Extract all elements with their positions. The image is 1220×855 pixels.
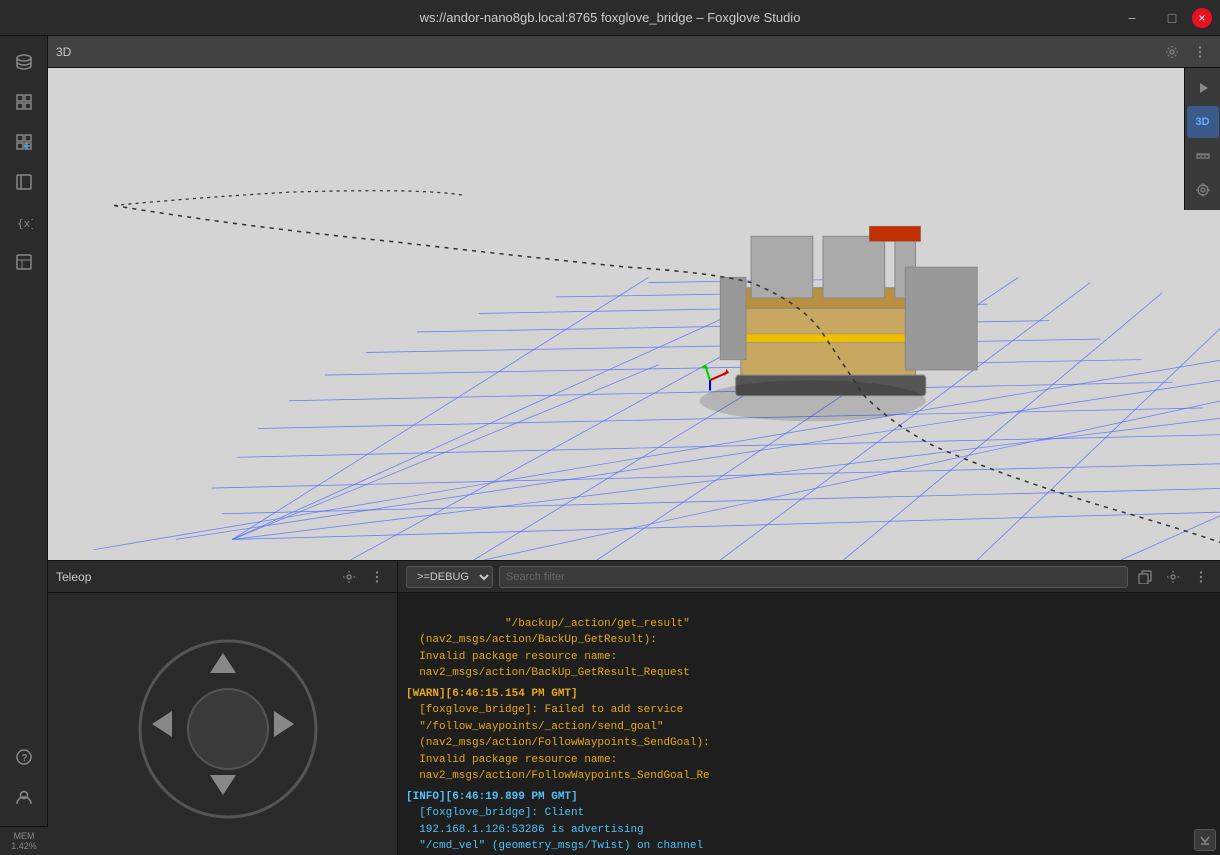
view-target-btn[interactable] — [1187, 174, 1219, 206]
mem-indicator: MEM 1.42% — [11, 831, 37, 851]
log-search-input[interactable] — [499, 566, 1128, 588]
dpad-left-btn[interactable] — [137, 698, 189, 750]
sidebar-item-variables[interactable]: {x} — [6, 204, 42, 240]
panel-3d-controls — [1160, 40, 1212, 64]
sidebar-item-data-sources[interactable] — [6, 44, 42, 80]
mem-label: MEM — [14, 831, 35, 841]
status-bar: MEM 1.42% — [0, 826, 48, 855]
view-toolbar: 3D — [1184, 68, 1220, 210]
sidebar-item-help[interactable]: ? — [6, 739, 42, 775]
log-entry: [INFO][6:46:19.899 PM GMT] [foxglove_bri… — [398, 787, 1220, 855]
panel-teleop-controls — [337, 565, 389, 589]
panel-teleop-header: Teleop — [48, 561, 397, 593]
log-copy-btn[interactable] — [1134, 566, 1156, 588]
titlebar-controls: − □ × — [1112, 0, 1220, 36]
panel-3d: 3D — [48, 36, 1220, 560]
panel-3d-menu-btn[interactable] — [1188, 40, 1212, 64]
content-area: 3D — [48, 36, 1220, 855]
dpad-up-btn[interactable] — [197, 638, 249, 690]
view-3d-btn[interactable]: 3D — [1187, 106, 1219, 138]
log-entry: "/backup/_action/get_result" (nav2_msgs/… — [398, 597, 1220, 684]
mem-value: 1.42% — [11, 841, 37, 851]
dpad-down-btn[interactable] — [197, 758, 249, 810]
panel-log: >=DEBUG >=INFO >=WARN >=ERROR — [398, 561, 1220, 855]
scene-3d-view[interactable]: ↙ — [48, 36, 1220, 560]
log-settings-btn[interactable] — [1162, 566, 1184, 588]
scroll-to-bottom-btn[interactable] — [1194, 829, 1216, 851]
panel-3d-header: 3D — [48, 36, 1220, 68]
dpad — [133, 634, 313, 814]
sidebar-item-panel-settings[interactable] — [6, 164, 42, 200]
panel-teleop-menu-btn[interactable] — [365, 565, 389, 589]
log-level-select[interactable]: >=DEBUG >=INFO >=WARN >=ERROR — [406, 566, 493, 588]
main-layout: {x} ? 3D — [0, 36, 1220, 855]
panel-teleop: Teleop — [48, 561, 398, 855]
svg-text:?: ? — [21, 753, 27, 764]
log-entry: [WARN][6:46:15.154 PM GMT] [foxglove_bri… — [398, 684, 1220, 787]
panel-3d-settings-btn[interactable] — [1160, 40, 1184, 64]
sidebar-item-layouts[interactable] — [6, 84, 42, 120]
view-play-btn[interactable] — [1187, 72, 1219, 104]
log-menu-btn[interactable] — [1190, 566, 1212, 588]
teleop-body — [48, 593, 397, 855]
sidebar-item-extensions[interactable] — [6, 244, 42, 280]
minimize-button[interactable]: − — [1112, 0, 1152, 36]
panel-log-header: >=DEBUG >=INFO >=WARN >=ERROR — [398, 561, 1220, 593]
maximize-button[interactable]: □ — [1152, 0, 1192, 36]
log-body[interactable]: "/backup/_action/get_result" (nav2_msgs/… — [398, 593, 1220, 855]
panel-3d-title: 3D — [56, 45, 71, 59]
sidebar-item-add-panel[interactable] — [6, 124, 42, 160]
close-button[interactable]: × — [1192, 8, 1212, 28]
bottom-panels: Teleop — [48, 560, 1220, 855]
panel-teleop-settings-btn[interactable] — [337, 565, 361, 589]
titlebar: ws://andor-nano8gb.local:8765 foxglove_b… — [0, 0, 1220, 36]
titlebar-title: ws://andor-nano8gb.local:8765 foxglove_b… — [420, 10, 801, 25]
sidebar: {x} ? — [0, 36, 48, 855]
dpad-right-btn[interactable] — [257, 698, 309, 750]
view-ruler-btn[interactable] — [1187, 140, 1219, 172]
sidebar-item-account[interactable] — [6, 779, 42, 815]
svg-text:{x}: {x} — [17, 217, 33, 230]
panel-teleop-title: Teleop — [56, 570, 91, 584]
